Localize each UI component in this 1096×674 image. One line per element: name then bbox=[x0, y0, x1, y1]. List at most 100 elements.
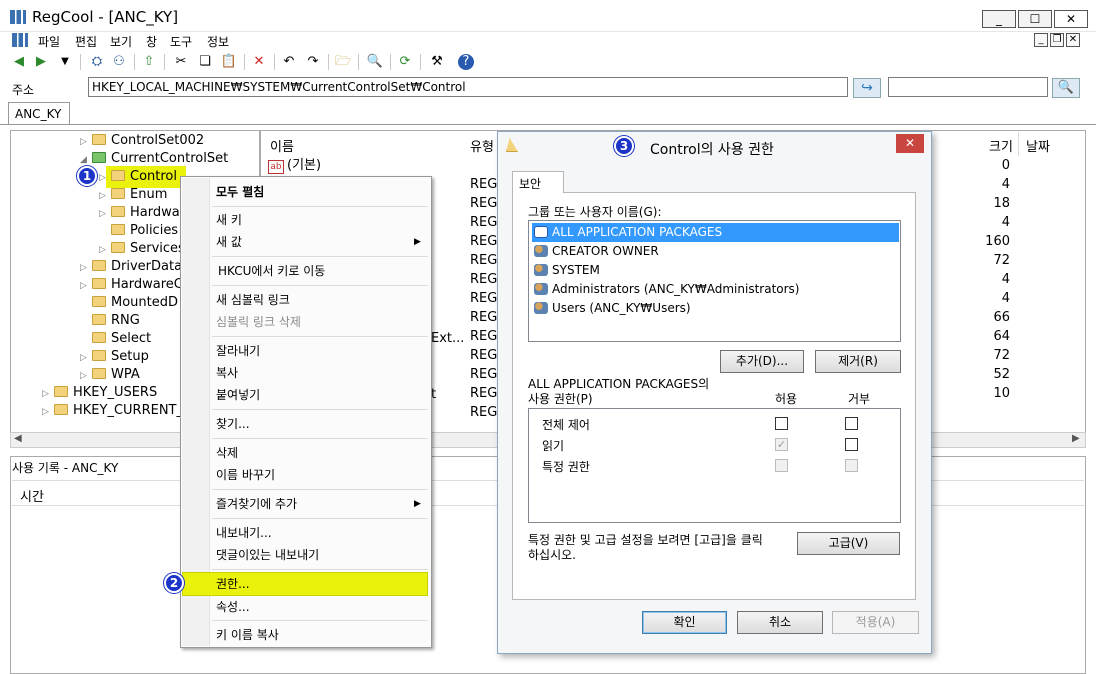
close-button[interactable]: ✕ bbox=[1054, 10, 1088, 28]
tree-item-hardwareconfig[interactable]: ▷ HardwareC bbox=[80, 276, 183, 294]
tree-item-mounteddevices[interactable]: MountedD bbox=[92, 294, 178, 312]
copy-icon[interactable]: ❏ bbox=[196, 53, 214, 71]
expand-icon[interactable]: ▷ bbox=[99, 241, 109, 259]
menu-window[interactable]: 창 bbox=[146, 33, 157, 50]
add-button[interactable]: 추가(D)... bbox=[720, 350, 804, 373]
tree-item-currentcontrolset[interactable]: ◢ CurrentControlSet bbox=[80, 150, 228, 168]
paste-icon[interactable]: 📋 bbox=[220, 53, 238, 71]
help-icon[interactable]: ? bbox=[458, 54, 474, 70]
expand-icon[interactable]: ▷ bbox=[99, 205, 109, 223]
cut-icon[interactable]: ✂ bbox=[172, 53, 190, 71]
go-icon[interactable]: ↪ bbox=[853, 78, 881, 98]
remove-button[interactable]: 제거(R) bbox=[815, 350, 901, 373]
tree-item-services[interactable]: ▷ Services bbox=[99, 240, 185, 258]
menu-add-favorite[interactable]: 즐겨찾기에 추가 bbox=[216, 494, 297, 514]
refresh-icon[interactable]: ⟳ bbox=[396, 53, 414, 71]
expand-icon[interactable]: ▷ bbox=[80, 349, 90, 367]
tree-item-driverdatabase[interactable]: ▷ DriverDatab bbox=[80, 258, 190, 276]
open-folder-icon[interactable]: 🗁 bbox=[334, 53, 352, 71]
expand-icon[interactable]: ▷ bbox=[80, 259, 90, 277]
column-header-name[interactable]: 이름 bbox=[270, 136, 294, 155]
network-icon[interactable]: ⚇ bbox=[110, 53, 128, 71]
expand-icon[interactable]: ▷ bbox=[80, 133, 90, 151]
menu-export-comments[interactable]: 댓글이있는 내보내기 bbox=[216, 545, 319, 565]
tree-item-controlset002[interactable]: ▷ ControlSet002 bbox=[80, 132, 204, 150]
tree-item-rng[interactable]: RNG bbox=[92, 312, 140, 330]
menu-info[interactable]: 정보 bbox=[207, 33, 229, 50]
menu-find[interactable]: 찾기... bbox=[216, 414, 250, 434]
redo-icon[interactable]: ↷ bbox=[304, 53, 322, 71]
forward-icon[interactable]: ▶ bbox=[32, 53, 50, 71]
history-column-time[interactable]: 시간 bbox=[20, 486, 44, 505]
tree-item-select[interactable]: Select bbox=[92, 330, 151, 348]
menu-properties[interactable]: 속성... bbox=[216, 597, 250, 617]
menu-delete[interactable]: 삭제 bbox=[216, 443, 238, 463]
user-row-creator-owner[interactable]: CREATOR OWNER bbox=[534, 242, 659, 261]
full-control-allow-checkbox[interactable] bbox=[775, 417, 788, 430]
dialog-close-button[interactable]: ✕ bbox=[896, 134, 924, 153]
menu-expand-all[interactable]: 모두 펼침 bbox=[216, 182, 264, 202]
undo-icon[interactable]: ↶ bbox=[280, 53, 298, 71]
expand-icon[interactable]: ▷ bbox=[42, 403, 52, 421]
full-control-deny-checkbox[interactable] bbox=[845, 417, 858, 430]
tree-item-wpa[interactable]: ▷ WPA bbox=[80, 366, 140, 384]
mdi-minimize-button[interactable]: _ bbox=[1034, 33, 1048, 47]
tab-anc-ky[interactable]: ANC_KY bbox=[8, 102, 70, 124]
menu-new-key[interactable]: 새 키 bbox=[216, 210, 242, 230]
user-row-all-app-packages[interactable]: ALL APPLICATION PACKAGES bbox=[534, 223, 722, 242]
user-row-system[interactable]: SYSTEM bbox=[534, 261, 600, 280]
expand-icon[interactable]: ▷ bbox=[99, 187, 109, 205]
menu-view[interactable]: 보기 bbox=[110, 33, 132, 50]
expand-icon[interactable]: ▷ bbox=[99, 169, 109, 187]
expand-icon[interactable]: ▷ bbox=[80, 277, 90, 295]
menu-goto-hkcu[interactable]: HKCU에서 키로 이동 bbox=[218, 261, 325, 281]
find-icon[interactable]: 🔍 bbox=[366, 53, 384, 71]
tab-security[interactable]: 보안 bbox=[512, 171, 564, 193]
ok-button[interactable]: 확인 bbox=[642, 611, 727, 634]
scroll-left-icon[interactable]: ◀ bbox=[14, 433, 22, 444]
tree-item-hardware[interactable]: ▷ Hardwa bbox=[99, 204, 180, 222]
menu-paste[interactable]: 붙여넣기 bbox=[216, 385, 260, 405]
address-input[interactable]: HKEY_LOCAL_MACHINE₩SYSTEM₩CurrentControl… bbox=[88, 77, 848, 97]
delete-icon[interactable]: ✕ bbox=[250, 53, 268, 71]
tools-icon[interactable]: ⚒ bbox=[428, 53, 446, 71]
menu-copy[interactable]: 복사 bbox=[216, 363, 238, 383]
menu-cut[interactable]: 잘라내기 bbox=[216, 341, 260, 361]
search-input[interactable] bbox=[888, 77, 1048, 97]
maximize-button[interactable]: ☐ bbox=[1018, 10, 1052, 28]
menu-new-value[interactable]: 새 값 bbox=[216, 232, 242, 252]
menu-new-symlink[interactable]: 새 심볼릭 링크 bbox=[216, 290, 290, 310]
search-icon[interactable]: 🔍 bbox=[1052, 78, 1080, 98]
mdi-close-button[interactable]: ✕ bbox=[1066, 33, 1080, 47]
tree-item-setup[interactable]: ▷ Setup bbox=[80, 348, 149, 366]
up-level-icon[interactable]: ⇧ bbox=[140, 53, 158, 71]
advanced-button[interactable]: 고급(V) bbox=[797, 532, 900, 555]
tree-item-enum[interactable]: ▷ Enum bbox=[99, 186, 167, 204]
history-dropdown-icon[interactable]: ▼ bbox=[56, 53, 74, 71]
tree-item-control[interactable]: ▷ Control bbox=[99, 168, 177, 186]
tree-item-hkey-current-config[interactable]: ▷ HKEY_CURRENT_ bbox=[42, 402, 183, 420]
cancel-button[interactable]: 취소 bbox=[737, 611, 823, 634]
column-header-type[interactable]: 유형 bbox=[470, 136, 494, 155]
menu-permissions[interactable]: 권한... bbox=[216, 574, 250, 594]
read-deny-checkbox[interactable] bbox=[845, 438, 858, 451]
list-row-default[interactable]: ab (기본) bbox=[268, 156, 321, 175]
menu-rename[interactable]: 이름 바꾸기 bbox=[216, 465, 275, 485]
connect-icon[interactable]: ⛭ bbox=[88, 53, 106, 71]
minimize-button[interactable]: _ bbox=[982, 10, 1016, 28]
menu-export[interactable]: 내보내기... bbox=[216, 523, 272, 543]
user-row-administrators[interactable]: Administrators (ANC_KY₩Administrators) bbox=[534, 280, 800, 299]
menu-copy-key-name[interactable]: 키 이름 복사 bbox=[216, 625, 279, 645]
menu-edit[interactable]: 편집 bbox=[75, 33, 97, 50]
column-header-size[interactable]: 크기 bbox=[989, 136, 1013, 155]
expand-icon[interactable]: ▷ bbox=[80, 367, 90, 385]
menu-file[interactable]: 파일 bbox=[38, 33, 60, 50]
user-row-users[interactable]: Users (ANC_KY₩Users) bbox=[534, 299, 691, 318]
scroll-right-icon[interactable]: ▶ bbox=[1072, 433, 1080, 444]
expand-icon[interactable]: ▷ bbox=[42, 385, 52, 403]
menu-tools[interactable]: 도구 bbox=[170, 33, 192, 50]
tree-item-hkey-users[interactable]: ▷ HKEY_USERS bbox=[42, 384, 157, 402]
column-header-date[interactable]: 날짜 bbox=[1026, 136, 1050, 155]
back-icon[interactable]: ◀ bbox=[10, 53, 28, 71]
tree-item-policies[interactable]: Policies bbox=[111, 222, 178, 240]
